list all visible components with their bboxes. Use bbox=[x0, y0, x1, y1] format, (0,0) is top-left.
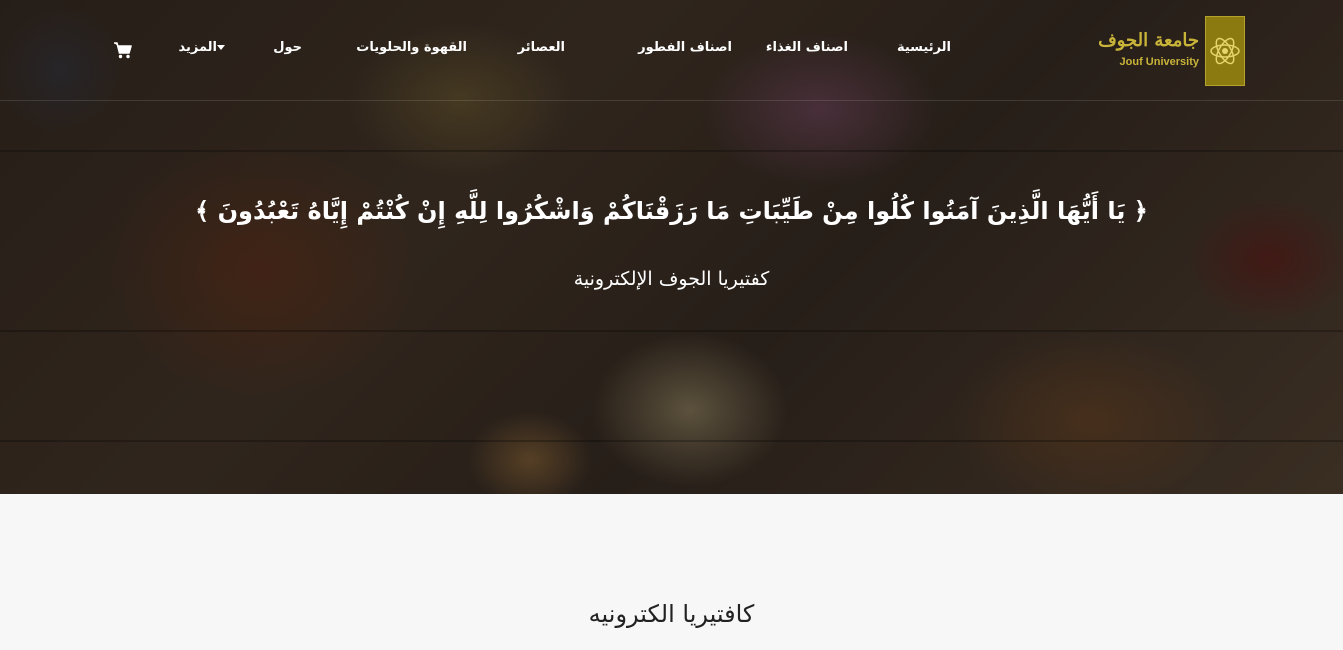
logo-badge bbox=[1205, 16, 1245, 86]
logo-english-text: Jouf University bbox=[1119, 56, 1199, 68]
hero-verse: ﴿ يَا أَيُّهَا الَّذِينَ آمَنُوا كُلُوا … bbox=[195, 197, 1148, 225]
cart-icon[interactable] bbox=[113, 41, 133, 63]
section-title: كافتيريا الكترونيه bbox=[588, 600, 755, 628]
hero-subtitle: كفتيريا الجوف الإلكترونية bbox=[573, 268, 770, 290]
wood-plank-line bbox=[0, 150, 1343, 152]
wood-plank-line bbox=[0, 330, 1343, 332]
hero-banner: جامعة الجوف Jouf University الرئيسية اصن… bbox=[0, 0, 1343, 494]
wood-plank-line bbox=[0, 440, 1343, 442]
nav-item-about[interactable]: حول bbox=[273, 40, 302, 55]
nav-item-breakfast[interactable]: اصناف الفطور bbox=[638, 40, 732, 55]
nav-item-juices[interactable]: العصائر bbox=[518, 40, 565, 55]
nav-item-home[interactable]: الرئيسية bbox=[897, 40, 951, 55]
logo-arabic-text: جامعة الجوف bbox=[1098, 30, 1199, 51]
nav-item-more[interactable]: المزيد bbox=[178, 40, 229, 55]
nav-item-meals[interactable]: اصناف الغذاء bbox=[766, 40, 848, 55]
atom-icon bbox=[1210, 37, 1240, 65]
top-navbar: جامعة الجوف Jouf University الرئيسية اصن… bbox=[0, 0, 1343, 101]
nav-more-label: المزيد bbox=[178, 40, 217, 55]
site-logo[interactable]: جامعة الجوف Jouf University bbox=[1085, 16, 1245, 86]
caret-down-icon bbox=[217, 45, 225, 50]
nav-item-coffee-sweets[interactable]: القهوة والحلويات bbox=[356, 40, 467, 55]
